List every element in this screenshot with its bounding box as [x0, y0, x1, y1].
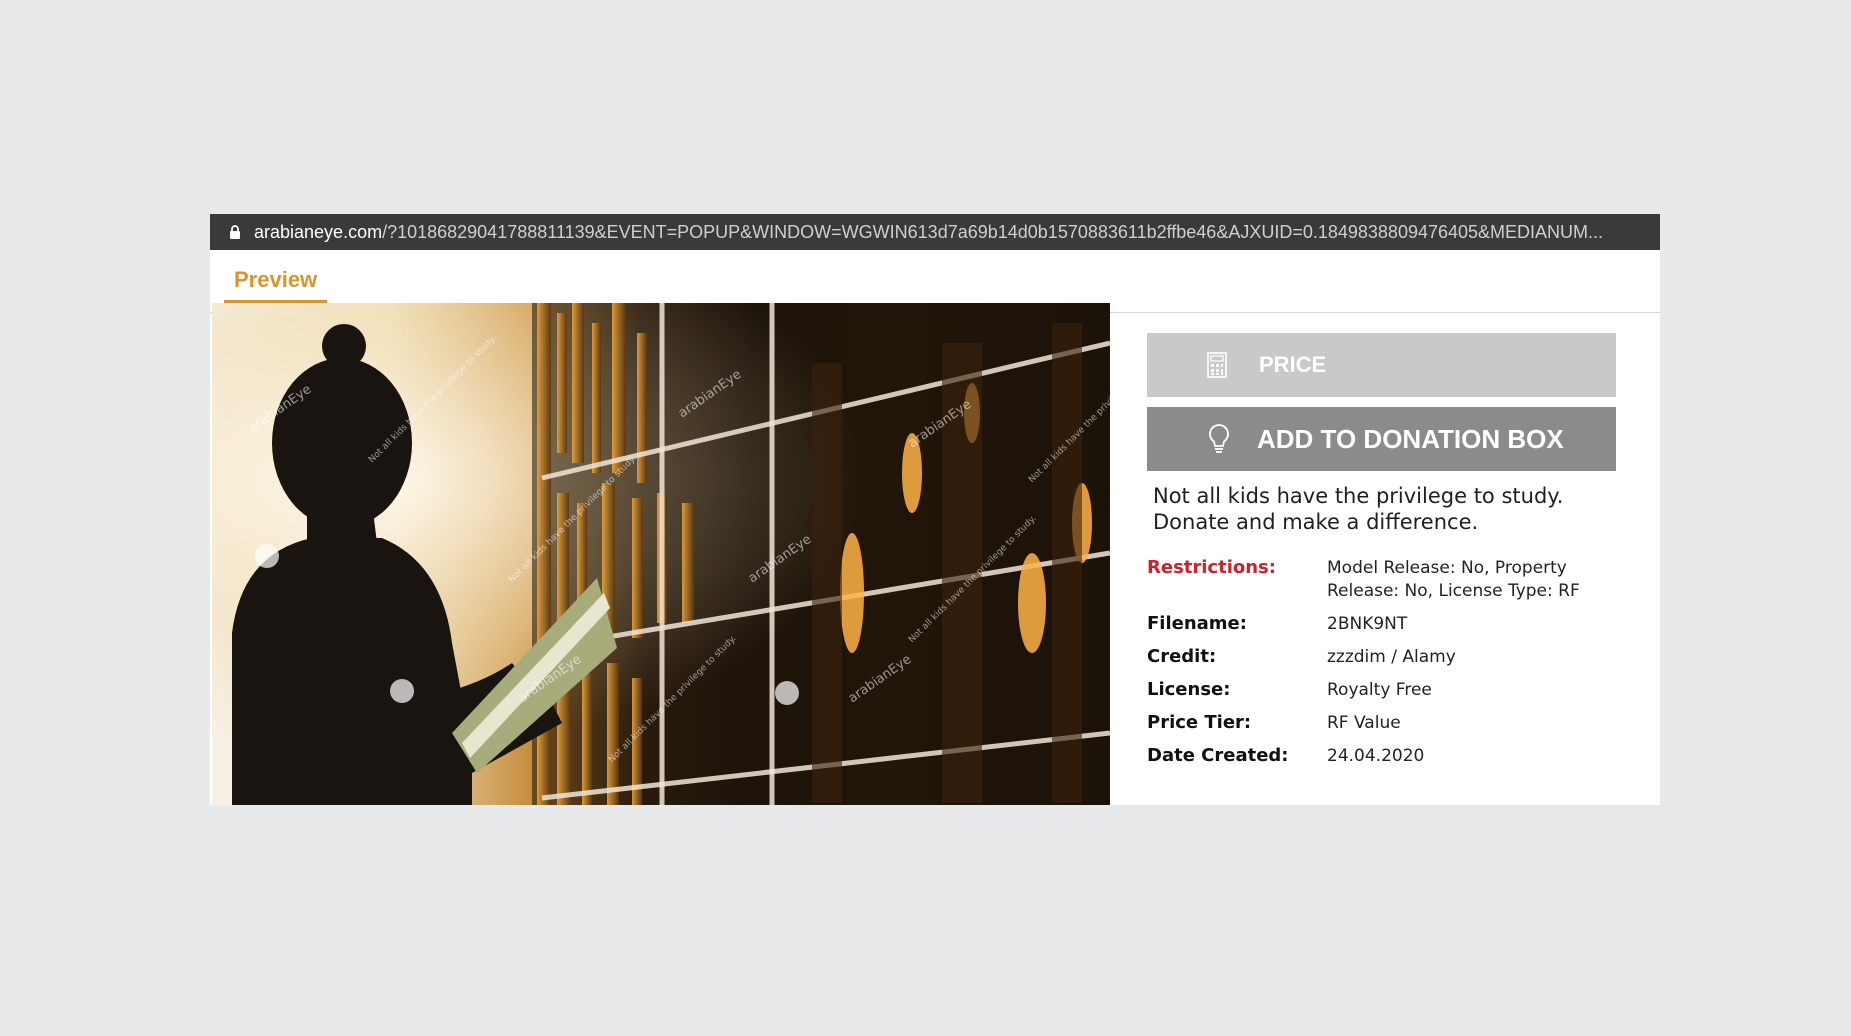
detail-label: Restrictions: [1147, 557, 1276, 578]
calculator-icon [1201, 349, 1233, 381]
lock-icon [224, 224, 246, 240]
preview-photo: arabianEye arabianEye arabianEye arabian… [212, 303, 1110, 805]
lightbulb-icon [1203, 423, 1235, 455]
detail-value: RF Value [1327, 713, 1401, 733]
add-to-donation-box-button[interactable]: ADD TO DONATION BOX [1147, 407, 1616, 471]
tagline-line-1: Not all kids have the privilege to study… [1153, 484, 1564, 508]
detail-value: 24.04.2020 [1327, 746, 1425, 766]
detail-label: License: [1147, 679, 1231, 700]
detail-panel: PRICE ADD TO DONATION BOX Not all kids h… [1147, 303, 1660, 805]
price-button[interactable]: PRICE [1147, 333, 1616, 397]
url-domain: arabianeye.com [254, 221, 383, 242]
price-button-label: PRICE [1259, 352, 1327, 377]
detail-value: zzzdim / Alamy [1327, 647, 1456, 667]
donation-tagline: Not all kids have the privilege to study… [1153, 483, 1613, 535]
tagline-line-2: Donate and make a difference. [1153, 510, 1479, 534]
detail-label: Credit: [1147, 646, 1217, 667]
tab-preview[interactable]: Preview [224, 260, 328, 304]
detail-label: Filename: [1147, 613, 1247, 634]
detail-value: 2BNK9NT [1327, 614, 1408, 634]
bookshelf [532, 303, 1110, 805]
detail-label: Price Tier: [1147, 712, 1252, 733]
detail-value: Royalty Free [1327, 680, 1432, 700]
detail-value: Model Release: No, Property Release: No,… [1327, 558, 1580, 601]
address-bar[interactable]: arabianeye.com/?1018682904178881113​9&EV… [210, 214, 1660, 250]
preview-window: arabianeye.com/?1018682904178881113​9&EV… [210, 214, 1660, 805]
add-to-donation-box-label: ADD TO DONATION BOX [1257, 423, 1564, 454]
url-path: /?1018682904178881113​9&EVENT=POPUP&WIND… [382, 221, 1604, 242]
detail-label: Date Created: [1147, 745, 1289, 766]
